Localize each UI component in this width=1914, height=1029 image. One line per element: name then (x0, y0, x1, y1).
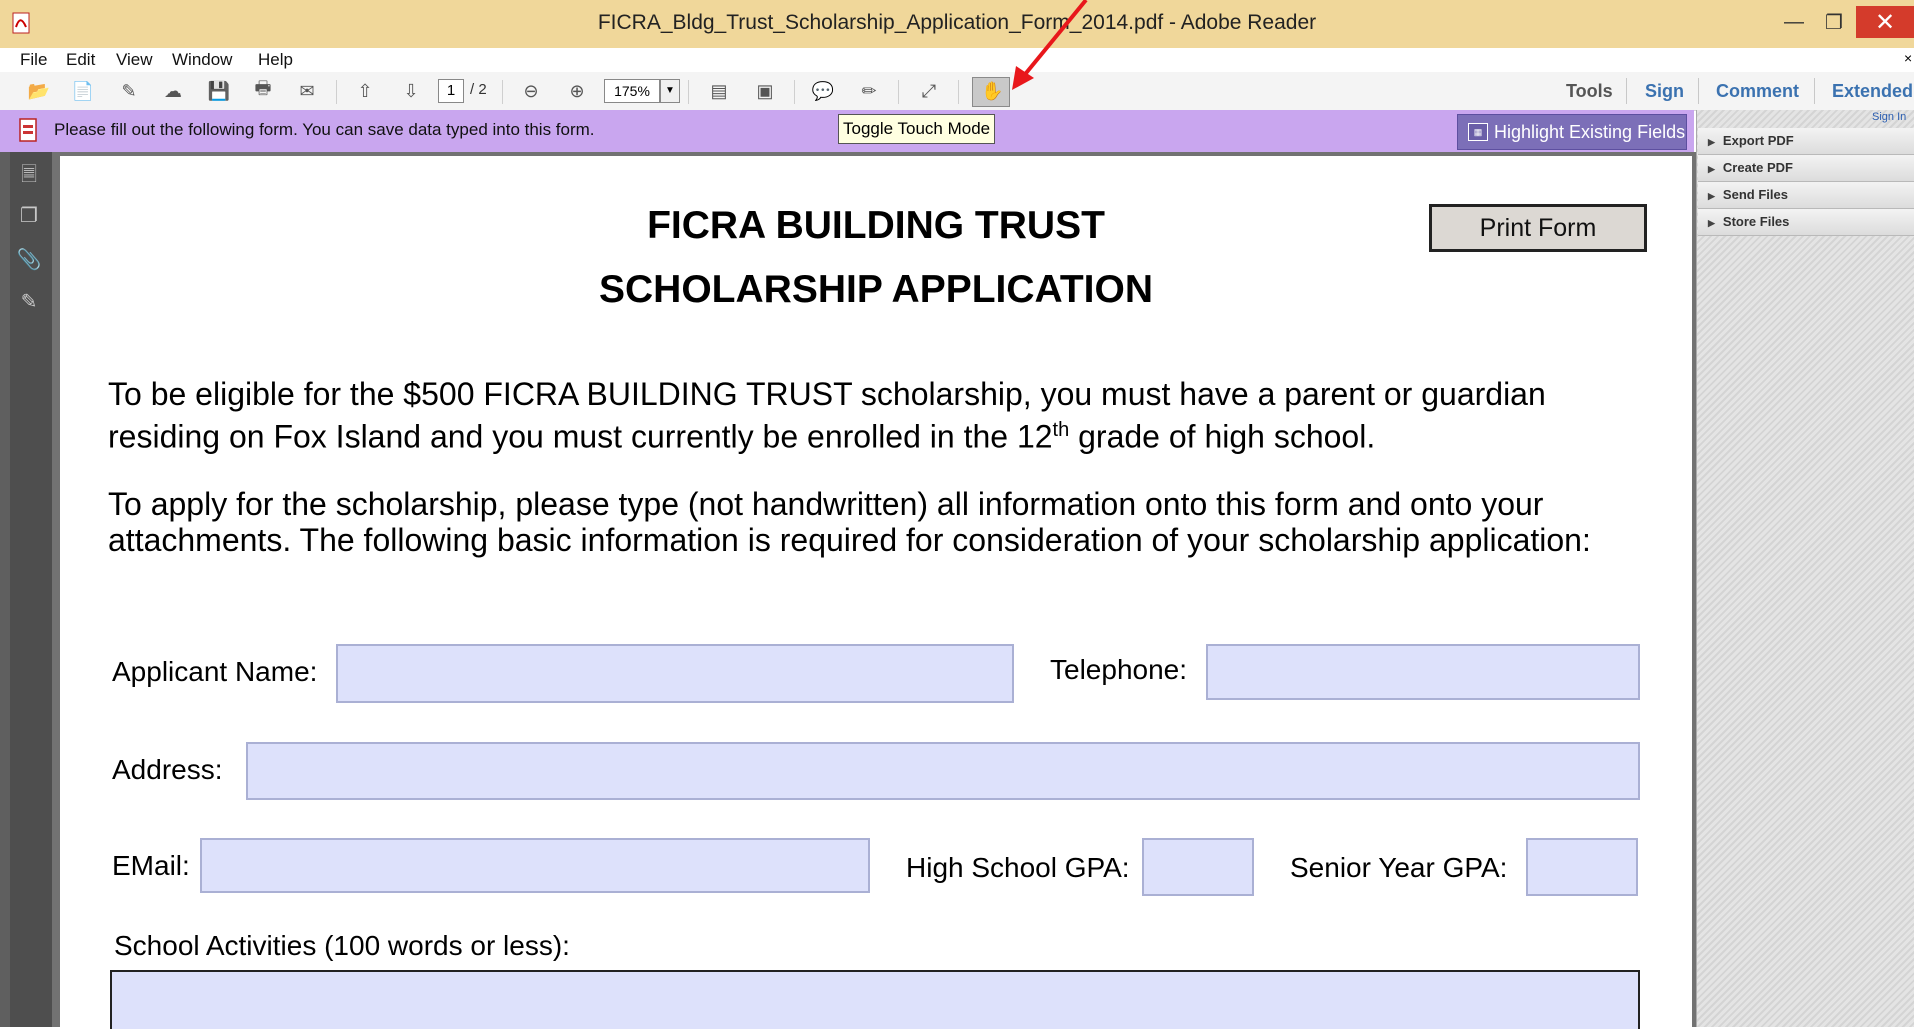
document-title: FICRA BUILDING TRUST (647, 204, 1105, 247)
eligibility-text-end: grade of high school. (1069, 418, 1376, 455)
create-pdf-icon[interactable]: 📄 (70, 78, 96, 104)
applicant-name-label: Applicant Name: (112, 656, 318, 687)
sign-in-link[interactable]: Sign In (1872, 111, 1906, 123)
pane-send-files[interactable]: ▶ Send Files (1698, 182, 1914, 209)
tab-separator (1698, 78, 1699, 104)
zoom-dropdown-icon[interactable]: ▼ (660, 79, 680, 103)
address-field[interactable] (246, 742, 1640, 800)
toolbar-separator (898, 80, 899, 104)
fullscreen-icon[interactable]: ⤢ (916, 78, 942, 104)
open-icon[interactable]: 📂 (26, 78, 52, 104)
pane-item-label: Create PDF (1722, 160, 1793, 175)
telephone-label: Telephone: (1050, 654, 1188, 685)
address-label: Address: (112, 754, 223, 785)
tab-comment[interactable]: Comment (1716, 72, 1799, 110)
red-arrow-annotation (1012, 0, 1088, 90)
pane-item-label: Send Files (1722, 187, 1788, 202)
page-total: / 2 (470, 81, 487, 98)
save-icon[interactable]: 💾 (206, 78, 232, 104)
tab-extended[interactable]: Extended (1832, 72, 1913, 110)
tab-sign[interactable]: Sign (1645, 72, 1684, 110)
minimize-button[interactable]: — (1774, 8, 1814, 36)
eligibility-paragraph: To be eligible for the $500 FICRA BUILDI… (108, 376, 1648, 455)
tab-separator (1814, 78, 1815, 104)
window-title: FICRA_Bldg_Trust_Scholarship_Application… (597, 11, 1317, 34)
pane-create-pdf[interactable]: ▶ Create PDF (1698, 155, 1914, 182)
menu-file[interactable]: File (20, 48, 47, 72)
toolbar-separator (688, 80, 689, 104)
zoom-out-icon[interactable]: ⊖ (518, 78, 544, 104)
expand-icon: ▶ (1708, 137, 1715, 147)
restore-button[interactable]: ❐ (1814, 8, 1854, 36)
high-school-gpa-label: High School GPA: (906, 852, 1130, 883)
tools-pane (1696, 110, 1914, 1027)
navigation-strip (10, 152, 52, 1027)
close-button[interactable]: ✕ (1856, 6, 1914, 38)
document-subtitle: SCHOLARSHIP APPLICATION (599, 268, 1153, 311)
comment-icon[interactable]: 💬 (810, 78, 836, 104)
next-page-icon[interactable]: ⇩ (398, 78, 424, 104)
close-document-icon[interactable]: × (1904, 50, 1912, 66)
highlight-fields-label: Highlight Existing Fields (1494, 122, 1686, 142)
highlight-icon[interactable]: ✏ (856, 78, 882, 104)
tab-separator (1626, 78, 1627, 104)
tooltip: Toggle Touch Mode (838, 114, 996, 144)
telephone-field[interactable] (1206, 644, 1640, 700)
pane-item-label: Store Files (1722, 214, 1790, 229)
zoom-input[interactable]: 175% (604, 79, 660, 103)
tab-tools[interactable]: Tools (1566, 72, 1613, 110)
expand-icon: ▶ (1708, 164, 1715, 174)
email-icon[interactable]: ✉ (294, 78, 320, 104)
menu-window[interactable]: Window (172, 48, 232, 72)
toolbar-separator (336, 80, 337, 104)
highlight-fields-icon: ▦ (1468, 123, 1488, 141)
high-school-gpa-field[interactable] (1142, 838, 1254, 896)
email-label: EMail: (112, 850, 190, 881)
instructions-paragraph: To apply for the scholarship, please typ… (108, 486, 1591, 558)
previous-page-icon[interactable]: ⇧ (352, 78, 378, 104)
highlight-fields-button[interactable]: ▦ Highlight Existing Fields (1457, 114, 1687, 150)
applicant-name-field[interactable] (336, 644, 1014, 703)
email-field[interactable] (200, 838, 870, 893)
menu-help[interactable]: Help (258, 48, 293, 72)
toolbar-separator (502, 80, 503, 104)
fit-page-icon[interactable]: ▤ (706, 78, 732, 104)
senior-year-gpa-field[interactable] (1526, 838, 1638, 896)
page-number-input[interactable]: 1 (438, 79, 464, 103)
toolbar-separator (958, 80, 959, 104)
fit-width-icon[interactable]: ▣ (752, 78, 778, 104)
expand-icon: ▶ (1708, 218, 1715, 228)
toolbar-separator (794, 80, 795, 104)
pane-export-pdf[interactable]: ▶ Export PDF (1698, 128, 1914, 155)
menu-edit[interactable]: Edit (66, 48, 95, 72)
ordinal-suffix: th (1052, 419, 1070, 441)
pane-item-label: Export PDF (1722, 133, 1794, 148)
print-icon[interactable]: 🖶 (250, 78, 276, 104)
page-thumbnails-icon[interactable]: 🗏 (16, 164, 42, 190)
school-activities-field[interactable] (110, 970, 1640, 1029)
form-notice-text: Please fill out the following form. You … (54, 120, 595, 139)
signatures-icon[interactable]: ✎ (16, 288, 42, 314)
bookmarks-icon[interactable]: ❐ (16, 202, 42, 228)
attachments-icon[interactable]: 📎 (16, 246, 42, 272)
form-document-icon (19, 118, 37, 142)
expand-icon: ▶ (1708, 191, 1715, 201)
upload-icon[interactable]: ☁ (160, 78, 186, 104)
school-activities-label: School Activities (100 words or less): (114, 930, 570, 961)
zoom-in-icon[interactable]: ⊕ (564, 78, 590, 104)
menu-view[interactable]: View (116, 48, 153, 72)
pane-store-files[interactable]: ▶ Store Files (1698, 209, 1914, 236)
senior-year-gpa-label: Senior Year GPA: (1290, 852, 1508, 883)
edit-icon[interactable]: ✎ (116, 78, 142, 104)
